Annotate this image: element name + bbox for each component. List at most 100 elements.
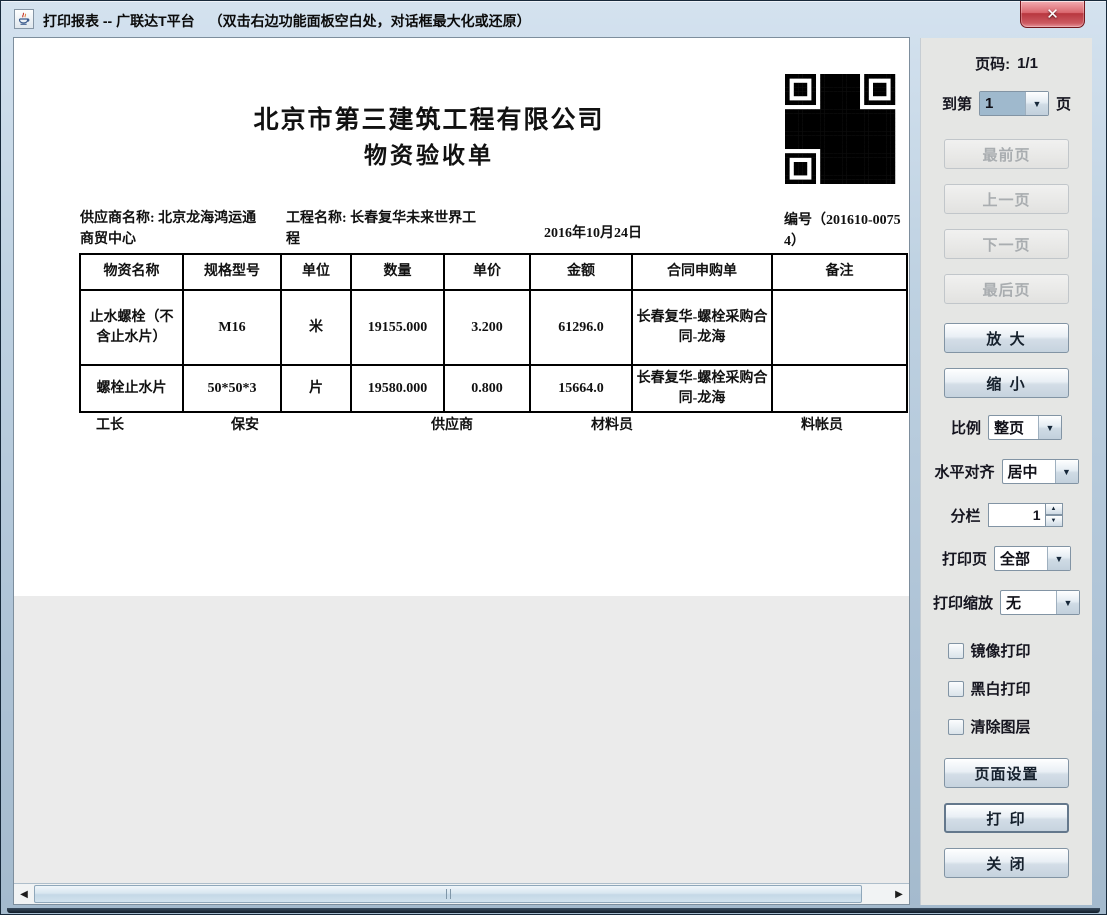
halign-line: 水平对齐 居中 ▼ bbox=[934, 459, 1078, 484]
sign-supplier: 供应商 bbox=[431, 414, 473, 434]
project-name: 工程名称: 长春复华未来世界工程 bbox=[286, 208, 486, 250]
cell-amount: 15664.0 bbox=[530, 365, 632, 412]
document-number: 编号（201610-00754） bbox=[784, 210, 906, 252]
document-title: 物资验收单 bbox=[14, 136, 844, 170]
zoom-in-button[interactable]: 放 大 bbox=[944, 323, 1069, 353]
table-row: 螺栓止水片 50*50*3 片 19580.000 0.800 15664.0 … bbox=[80, 365, 907, 412]
halign-combobox[interactable]: 居中 ▼ bbox=[1002, 459, 1079, 484]
chevron-down-icon[interactable]: ▼ bbox=[1038, 416, 1061, 439]
page-setup-button[interactable]: 页面设置 bbox=[944, 758, 1069, 788]
columns-label: 分栏 bbox=[950, 505, 980, 526]
cell-spec-model: 50*50*3 bbox=[183, 365, 281, 412]
page-number-line: 页码: 1/1 bbox=[975, 53, 1038, 74]
col-quantity: 数量 bbox=[351, 254, 444, 290]
zoom-out-button[interactable]: 缩 小 bbox=[944, 368, 1069, 398]
table-row: 止水螺栓（不含止水片） M16 米 19155.000 3.200 61296.… bbox=[80, 290, 907, 365]
scroll-right-button[interactable]: ▶ bbox=[889, 884, 909, 904]
chevron-down-icon[interactable]: ▼ bbox=[1025, 92, 1048, 115]
cell-contract: 长春复华-螺栓采购合同-龙海 bbox=[632, 365, 772, 412]
cell-unit: 片 bbox=[281, 365, 351, 412]
clear-layer-label: 清除图层 bbox=[971, 716, 1031, 737]
print-pages-combobox[interactable]: 全部 ▼ bbox=[994, 546, 1071, 571]
scrollbar-track[interactable] bbox=[862, 884, 889, 904]
qr-code bbox=[784, 74, 896, 184]
bw-print-checkbox[interactable] bbox=[948, 681, 964, 697]
print-pages-label: 打印页 bbox=[942, 548, 987, 569]
goto-page-line: 到第 1 ▼ 页 bbox=[942, 91, 1071, 116]
halign-label: 水平对齐 bbox=[934, 461, 994, 482]
chevron-down-icon[interactable]: ▼ bbox=[1047, 547, 1070, 570]
close-window-button[interactable]: ✕ bbox=[1020, 1, 1085, 28]
scale-combobox[interactable]: 整页 ▼ bbox=[988, 415, 1062, 440]
cell-material-name: 止水螺栓（不含止水片） bbox=[80, 290, 183, 365]
goto-page-value: 1 bbox=[980, 92, 1025, 115]
print-scale-combobox[interactable]: 无 ▼ bbox=[1000, 590, 1080, 615]
control-panel: 页码: 1/1 到第 1 ▼ 页 最前页 上一页 下一页 最后页 放 大 缩 小… bbox=[920, 38, 1092, 905]
cell-unit: 米 bbox=[281, 290, 351, 365]
scale-label: 比例 bbox=[951, 417, 981, 438]
col-unit-price: 单价 bbox=[444, 254, 530, 290]
cell-remarks bbox=[772, 290, 907, 365]
titlebar[interactable]: 打印报表 -- 广联达T平台（双击右边功能面板空白处，对话框最大化或还原） ✕ bbox=[1, 1, 1106, 37]
company-name: 北京市第三建筑工程有限公司 bbox=[14, 100, 844, 136]
print-button[interactable]: 打 印 bbox=[944, 803, 1069, 833]
document-date: 2016年10月24日 bbox=[544, 222, 642, 242]
supplier-name: 供应商名称: 北京龙海鸿运通商贸中心 bbox=[80, 208, 266, 250]
print-pages-value: 全部 bbox=[995, 547, 1047, 570]
print-report-window: 打印报表 -- 广联达T平台（双击右边功能面板空白处，对话框最大化或还原） ✕ … bbox=[0, 0, 1107, 915]
cell-unit-price: 0.800 bbox=[444, 365, 530, 412]
sign-accountant: 料帐员 bbox=[801, 414, 843, 434]
horizontal-scrollbar[interactable]: ◀ ▶ bbox=[14, 883, 909, 904]
report-page: 北京市第三建筑工程有限公司 物资验收单 供应商名称: 北京龙海鸿运通商贸中心 工… bbox=[14, 38, 909, 596]
materials-table: 物资名称 规格型号 单位 数量 单价 金额 合同申购单 备注 止水螺栓（不含止水… bbox=[79, 253, 908, 413]
scrollbar-thumb[interactable] bbox=[34, 885, 862, 903]
close-icon: ✕ bbox=[1046, 7, 1059, 22]
columns-value[interactable]: 1 bbox=[988, 503, 1046, 527]
cell-amount: 61296.0 bbox=[530, 290, 632, 365]
clear-layer-option: 清除图层 bbox=[948, 716, 1066, 737]
columns-stepper[interactable]: 1 ▲ ▼ bbox=[988, 503, 1063, 527]
goto-page-combobox[interactable]: 1 ▼ bbox=[979, 91, 1049, 116]
java-app-icon bbox=[14, 9, 34, 29]
clear-layer-checkbox[interactable] bbox=[948, 719, 964, 735]
goto-page-suffix: 页 bbox=[1056, 93, 1071, 114]
chevron-down-icon[interactable]: ▼ bbox=[1055, 460, 1078, 483]
mirror-print-checkbox[interactable] bbox=[948, 643, 964, 659]
signature-row: 工长 保安 供应商 材料员 料帐员 bbox=[14, 414, 909, 438]
print-pages-line: 打印页 全部 ▼ bbox=[942, 546, 1071, 571]
scroll-left-button[interactable]: ◀ bbox=[14, 884, 34, 904]
spin-up-button[interactable]: ▲ bbox=[1046, 503, 1063, 515]
cell-material-name: 螺栓止水片 bbox=[80, 365, 183, 412]
java-cup-icon bbox=[17, 12, 31, 26]
col-unit: 单位 bbox=[281, 254, 351, 290]
sign-foreman: 工长 bbox=[96, 414, 124, 434]
first-page-button[interactable]: 最前页 bbox=[944, 139, 1069, 169]
chevron-down-icon[interactable]: ▼ bbox=[1056, 591, 1079, 614]
spin-down-button[interactable]: ▼ bbox=[1046, 515, 1063, 527]
last-page-button[interactable]: 最后页 bbox=[944, 274, 1069, 304]
mirror-print-option: 镜像打印 bbox=[948, 640, 1066, 661]
table-header-row: 物资名称 规格型号 单位 数量 单价 金额 合同申购单 备注 bbox=[80, 254, 907, 290]
next-page-button[interactable]: 下一页 bbox=[944, 229, 1069, 259]
cell-quantity: 19155.000 bbox=[351, 290, 444, 365]
cell-unit-price: 3.200 bbox=[444, 290, 530, 365]
page-number-label: 页码: bbox=[975, 53, 1010, 74]
cell-contract: 长春复华-螺栓采购合同-龙海 bbox=[632, 290, 772, 365]
bw-print-label: 黑白打印 bbox=[971, 678, 1031, 699]
sign-security: 保安 bbox=[231, 414, 259, 434]
prev-page-button[interactable]: 上一页 bbox=[944, 184, 1069, 214]
window-bottom-edge bbox=[7, 908, 1100, 913]
print-scale-value: 无 bbox=[1001, 591, 1056, 614]
cell-quantity: 19580.000 bbox=[351, 365, 444, 412]
scroll-left-icon: ◀ bbox=[20, 889, 28, 900]
col-remarks: 备注 bbox=[772, 254, 907, 290]
print-preview-area[interactable]: 北京市第三建筑工程有限公司 物资验收单 供应商名称: 北京龙海鸿运通商贸中心 工… bbox=[13, 37, 910, 905]
col-amount: 金额 bbox=[530, 254, 632, 290]
close-dialog-button[interactable]: 关 闭 bbox=[944, 848, 1069, 878]
col-material-name: 物资名称 bbox=[80, 254, 183, 290]
col-spec-model: 规格型号 bbox=[183, 254, 281, 290]
scrollbar-grip-icon bbox=[446, 889, 451, 899]
spin-up-icon: ▲ bbox=[1051, 506, 1057, 512]
page-number-value: 1/1 bbox=[1017, 55, 1038, 72]
halign-value: 居中 bbox=[1003, 460, 1055, 483]
